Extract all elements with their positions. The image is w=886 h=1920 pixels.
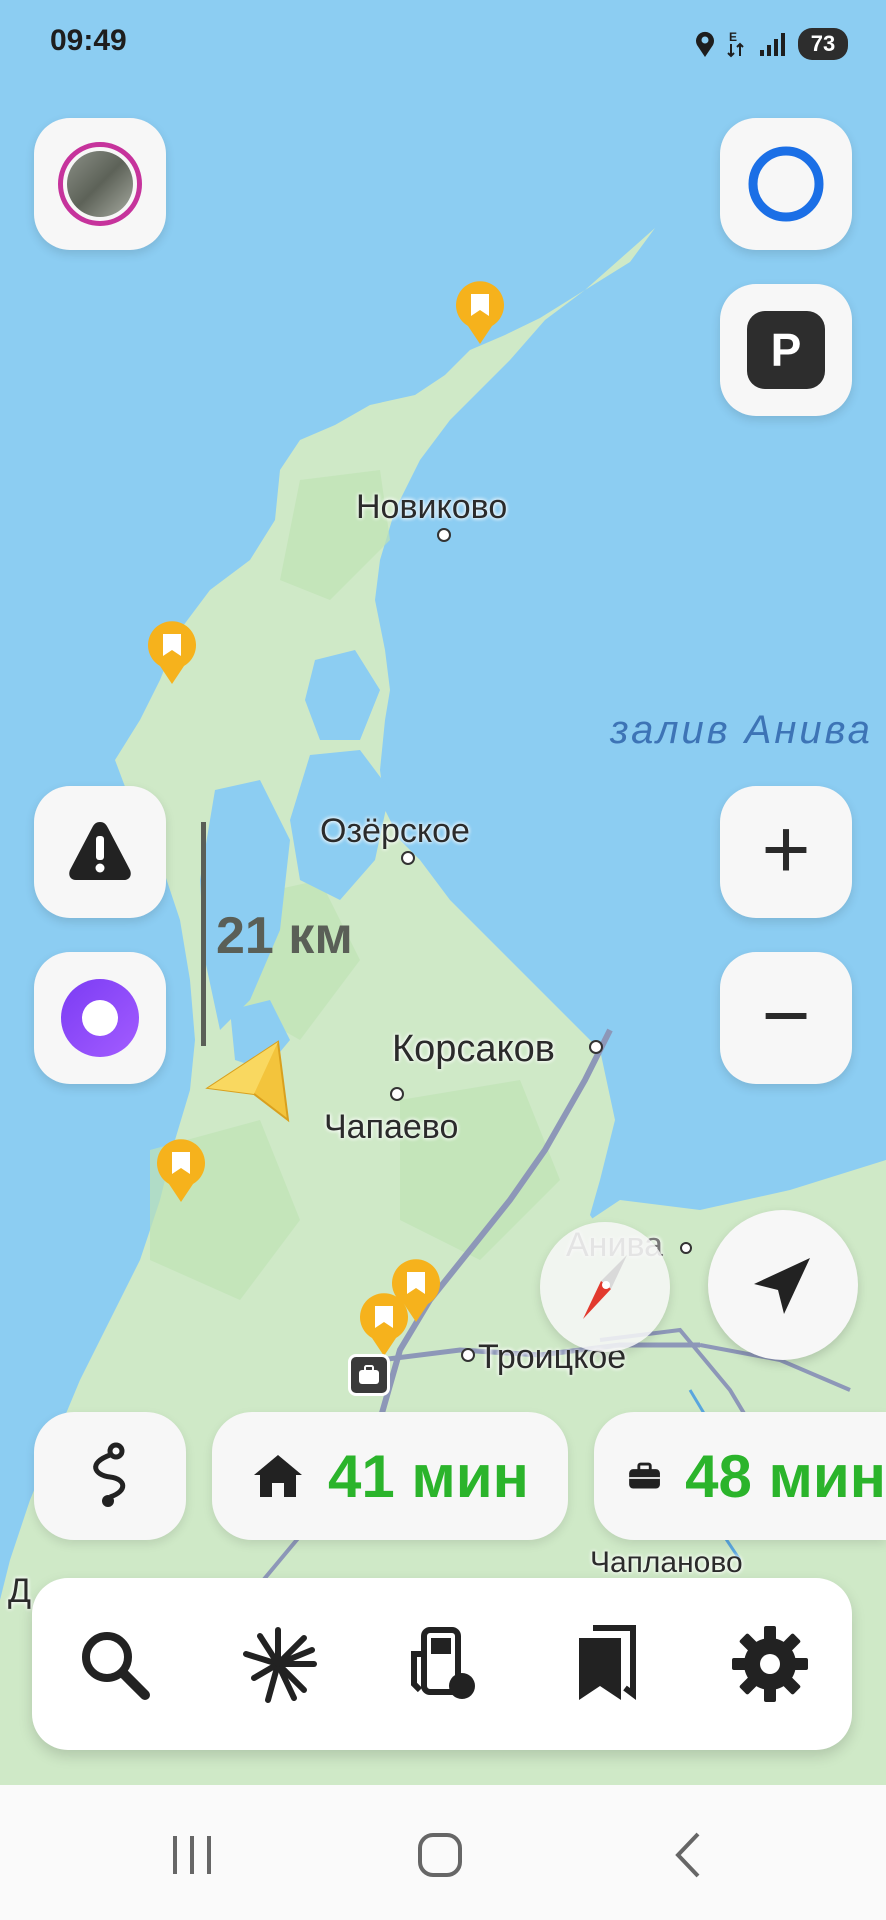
avatar (58, 142, 142, 226)
search-icon (82, 1632, 150, 1700)
bookmark-pin[interactable] (358, 1292, 410, 1358)
bookmark-pin-icon (456, 281, 504, 344)
place-label-korsakov[interactable]: Корсаков (392, 1028, 555, 1071)
recent-apps-icon (173, 1836, 211, 1874)
report-incident-button[interactable] (34, 786, 166, 918)
bottom-toolbar (32, 1578, 852, 1750)
bookmark-pin-icon (360, 1293, 408, 1356)
zoom-out-button[interactable]: − (720, 952, 852, 1084)
status-time: 09:49 (50, 24, 127, 57)
gas-station-icon (411, 1627, 475, 1699)
place-label-chaplanovo[interactable]: Чапланово (590, 1546, 743, 1580)
discover-button[interactable] (228, 1614, 328, 1714)
system-navigation-bar (0, 1785, 886, 1920)
home-nav-icon (418, 1833, 462, 1877)
svg-text:E: E (729, 30, 737, 44)
scale-label: 21 км (216, 907, 353, 965)
status-bar: 09:49 E 73 (0, 0, 886, 90)
location-icon (696, 31, 714, 57)
avatar-photo (67, 151, 133, 217)
user-location-arrow-icon (205, 1040, 290, 1123)
parking-button[interactable]: P (720, 284, 852, 416)
data-transfer-icon: E (727, 30, 744, 58)
warning-icon (69, 822, 131, 880)
briefcase-icon (359, 1365, 379, 1384)
bookmark-pin[interactable] (155, 1138, 207, 1204)
home-nav-button[interactable] (400, 1815, 480, 1895)
home-icon (254, 1455, 302, 1497)
bookmark-pin[interactable] (454, 280, 506, 346)
bookmark-pin[interactable] (146, 620, 198, 686)
alice-icon (61, 979, 139, 1057)
plus-icon: + (761, 802, 811, 896)
place-label-partial[interactable]: Д (8, 1572, 31, 1611)
assistant-ring-icon (748, 146, 824, 222)
status-icons: E 73 (694, 28, 848, 60)
sea-label-aniva-bay: залив Анива (610, 708, 873, 752)
place-label-chapaevo[interactable]: Чапаево (324, 1108, 458, 1147)
zoom-in-button[interactable]: + (720, 786, 852, 918)
scale-bar (201, 822, 206, 1046)
navigation-arrow-icon (754, 1258, 810, 1314)
route-home-button[interactable]: 41 мин (212, 1412, 568, 1540)
route-icon (93, 1442, 126, 1507)
minus-icon: − (761, 968, 811, 1062)
bookmarks-button[interactable] (556, 1614, 656, 1714)
signal-icon (760, 33, 785, 56)
settings-icon (732, 1626, 808, 1702)
parking-label: P (770, 324, 802, 376)
work-location-marker[interactable] (348, 1354, 390, 1396)
search-button[interactable] (64, 1614, 164, 1714)
home-route-time: 41 мин (328, 1442, 529, 1510)
compass-icon (583, 1255, 627, 1319)
back-button[interactable] (648, 1815, 728, 1895)
profile-button[interactable] (34, 118, 166, 250)
bookmark-pin-icon (157, 1139, 205, 1202)
my-location-button[interactable] (708, 1210, 858, 1360)
place-label-novikovo[interactable]: Новиково (356, 488, 507, 527)
route-work-button[interactable]: 48 мин (594, 1412, 886, 1540)
discover-icon (243, 1627, 317, 1703)
bookmark-pin-icon (148, 621, 196, 684)
route-options-button[interactable] (34, 1412, 186, 1540)
briefcase-icon (629, 1462, 660, 1489)
gas-station-button[interactable] (392, 1614, 492, 1714)
settings-button[interactable] (720, 1614, 820, 1714)
back-icon (675, 1832, 700, 1878)
bookmarks-icon (579, 1625, 636, 1700)
compass-button[interactable] (540, 1222, 670, 1352)
alice-assistant-button[interactable] (34, 952, 166, 1084)
parking-icon: P (747, 311, 825, 389)
voice-search-button[interactable] (720, 118, 852, 250)
place-label-ozerskoe[interactable]: Озёрское (320, 812, 470, 851)
work-route-time: 48 мин (685, 1442, 886, 1510)
battery-indicator: 73 (798, 28, 848, 60)
recent-apps-button[interactable] (152, 1815, 232, 1895)
